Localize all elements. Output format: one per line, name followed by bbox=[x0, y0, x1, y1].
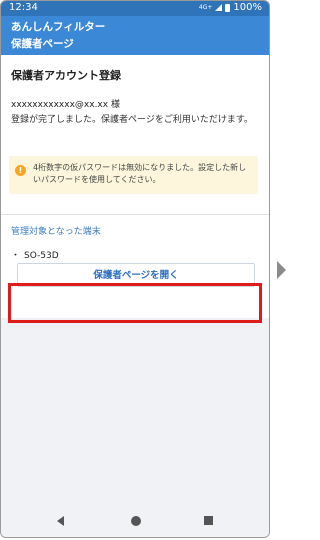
status-time: 12:34 bbox=[9, 2, 38, 13]
navigation-bar bbox=[1, 504, 269, 537]
page-title: 保護者ページ bbox=[11, 38, 74, 50]
registration-card: 保護者アカウント登録 xxxxxxxxxxxx@xx.xx 様 登録が完了しまし… bbox=[1, 55, 269, 214]
next-arrow-icon bbox=[277, 261, 286, 279]
home-icon[interactable] bbox=[131, 516, 141, 526]
managed-devices-section: 管理対象となった端末 ・ SO-53D bbox=[1, 214, 269, 261]
app-bar: あんしんフィルター 保護者ページ bbox=[1, 16, 269, 55]
warning-icon: ! bbox=[15, 165, 26, 176]
network-indicator: 4G+ bbox=[198, 4, 213, 11]
phone-screen: 12:34 4G+ 100% あんしんフィルター 保護者ページ 保護者アカウント… bbox=[0, 0, 270, 538]
section-heading: 保護者アカウント登録 bbox=[11, 69, 121, 82]
battery-level: 100% bbox=[233, 2, 262, 13]
signal-icon bbox=[215, 4, 223, 11]
account-email: xxxxxxxxxxxx@xx.xx 様 bbox=[11, 100, 120, 110]
managed-devices-title: 管理対象となった端末 bbox=[11, 227, 101, 237]
highlight-frame bbox=[8, 283, 262, 323]
status-bar: 12:34 4G+ 100% bbox=[1, 1, 269, 16]
status-indicators: 4G+ 100% bbox=[199, 2, 262, 13]
back-icon[interactable] bbox=[57, 516, 64, 526]
recent-apps-icon[interactable] bbox=[204, 516, 213, 525]
completion-message: 登録が完了しました。保護者ページをご利用いただけます。 bbox=[11, 115, 253, 125]
battery-icon bbox=[225, 3, 231, 12]
password-notice: ! 4桁数字の仮パスワードは無効になりました。設定した新しいパスワードを使用して… bbox=[9, 156, 258, 194]
notice-text: 4桁数字の仮パスワードは無効になりました。設定した新しいパスワードを使用してくだ… bbox=[33, 163, 247, 184]
app-name: あんしんフィルター bbox=[11, 21, 106, 33]
